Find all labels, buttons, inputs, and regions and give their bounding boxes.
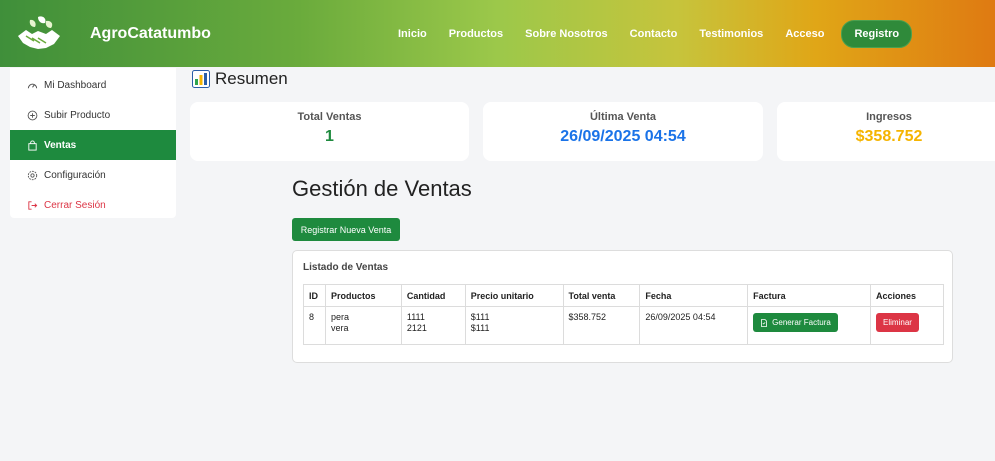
- sidebar-item-cerrar-sesion[interactable]: Cerrar Sesión: [10, 190, 176, 220]
- column-header: Total venta: [562, 284, 641, 307]
- cell-unit-price: $111 $111: [464, 306, 564, 345]
- nav-links: Inicio Productos Sobre Nosotros Contacto…: [398, 0, 913, 67]
- summary-title: Resumen: [215, 69, 288, 88]
- column-header: ID: [303, 284, 326, 307]
- delete-button[interactable]: Eliminar: [876, 313, 919, 332]
- sidebar-item-label: Cerrar Sesión: [44, 199, 106, 211]
- register-sale-button[interactable]: Registrar Nueva Venta: [292, 218, 400, 241]
- document-icon: [761, 318, 768, 327]
- stat-card-value: $358.752: [855, 128, 923, 145]
- table-header-row: ID Productos Cantidad Precio unitario To…: [303, 284, 944, 307]
- sales-table: ID Productos Cantidad Precio unitario To…: [303, 284, 944, 345]
- nav-link-contacto[interactable]: Contacto: [630, 28, 678, 40]
- page-title: Gestión de Ventas: [292, 176, 472, 201]
- stat-card-label: Total Ventas: [297, 111, 362, 123]
- speedometer-icon: [27, 83, 38, 88]
- sidebar-item-configuracion[interactable]: Configuración: [10, 160, 176, 190]
- logout-icon: [28, 200, 38, 210]
- stat-card-label: Ingresos: [866, 111, 912, 123]
- cell-total: $358.752: [562, 306, 641, 345]
- quantity-value: 1111: [406, 312, 425, 322]
- nav-link-productos[interactable]: Productos: [449, 28, 503, 40]
- handshake-leaf-logo-icon: [18, 15, 60, 49]
- brand[interactable]: AgroCatatumbo: [16, 14, 211, 54]
- sidebar-item-ventas[interactable]: Ventas: [10, 130, 176, 160]
- generate-invoice-button[interactable]: Generar Factura: [753, 313, 838, 332]
- bag-icon: [28, 139, 37, 151]
- plus-circle-icon: [27, 110, 38, 120]
- stat-card-value: 26/09/2025 04:54: [560, 128, 686, 145]
- cell-products: pera vera: [324, 306, 402, 345]
- stat-card-value: 1: [325, 128, 334, 145]
- cell-quantity: 1111 2121: [400, 306, 466, 345]
- sidebar-item-label: Configuración: [44, 169, 106, 181]
- column-header: Acciones: [870, 284, 944, 307]
- sidebar-item-label: Subir Producto: [44, 109, 111, 121]
- nav-link-acceso[interactable]: Acceso: [785, 28, 824, 40]
- summary-header: Resumen: [192, 69, 288, 89]
- column-header: Factura: [747, 284, 872, 307]
- stat-card-ultima-venta: Última Venta 26/09/2025 04:54: [483, 102, 763, 161]
- sales-list-title: Listado de Ventas: [303, 262, 389, 273]
- column-header: Precio unitario: [464, 284, 564, 307]
- stat-card-ingresos: Ingresos $358.752: [777, 102, 995, 161]
- bar-chart-icon: [192, 70, 210, 88]
- unit-price-value: $111: [470, 312, 490, 322]
- cell-actions: Eliminar: [870, 306, 944, 345]
- cell-id: 8: [303, 306, 326, 345]
- gear-icon: [27, 170, 38, 180]
- unit-price-value: $111: [470, 323, 490, 333]
- nav-link-sobre-nosotros[interactable]: Sobre Nosotros: [525, 28, 608, 40]
- sidebar-item-label: Mi Dashboard: [44, 79, 107, 91]
- stat-card-label: Última Venta: [589, 111, 657, 123]
- column-header: Cantidad: [400, 284, 466, 307]
- generate-invoice-label: Generar Factura: [772, 318, 831, 327]
- brand-name: AgroCatatumbo: [90, 24, 211, 42]
- top-navbar: AgroCatatumbo Inicio Productos Sobre Nos…: [0, 0, 995, 67]
- column-header: Fecha: [639, 284, 749, 307]
- table-row: 8 pera vera 1111 2121 $111 $111 $358.752…: [303, 306, 944, 345]
- sidebar-item-label: Ventas: [44, 139, 77, 151]
- nav-link-inicio[interactable]: Inicio: [398, 28, 427, 40]
- sidebar: Mi Dashboard Subir Producto Ventas Confi…: [10, 68, 176, 218]
- quantity-value: 2121: [406, 323, 427, 333]
- sidebar-item-subir-producto[interactable]: Subir Producto: [10, 100, 176, 130]
- stat-card-total-ventas: Total Ventas 1: [190, 102, 469, 161]
- cell-invoice: Generar Factura: [747, 306, 872, 345]
- column-header: Productos: [324, 284, 402, 307]
- sales-list-panel: Listado de Ventas ID Productos Cantidad …: [292, 250, 953, 363]
- product-name: pera: [330, 312, 349, 322]
- sidebar-item-dashboard[interactable]: Mi Dashboard: [10, 70, 176, 100]
- nav-link-testimonios[interactable]: Testimonios: [699, 28, 763, 40]
- product-name: vera: [330, 323, 349, 333]
- register-button[interactable]: Registro: [841, 19, 913, 48]
- cell-date: 26/09/2025 04:54: [639, 306, 749, 345]
